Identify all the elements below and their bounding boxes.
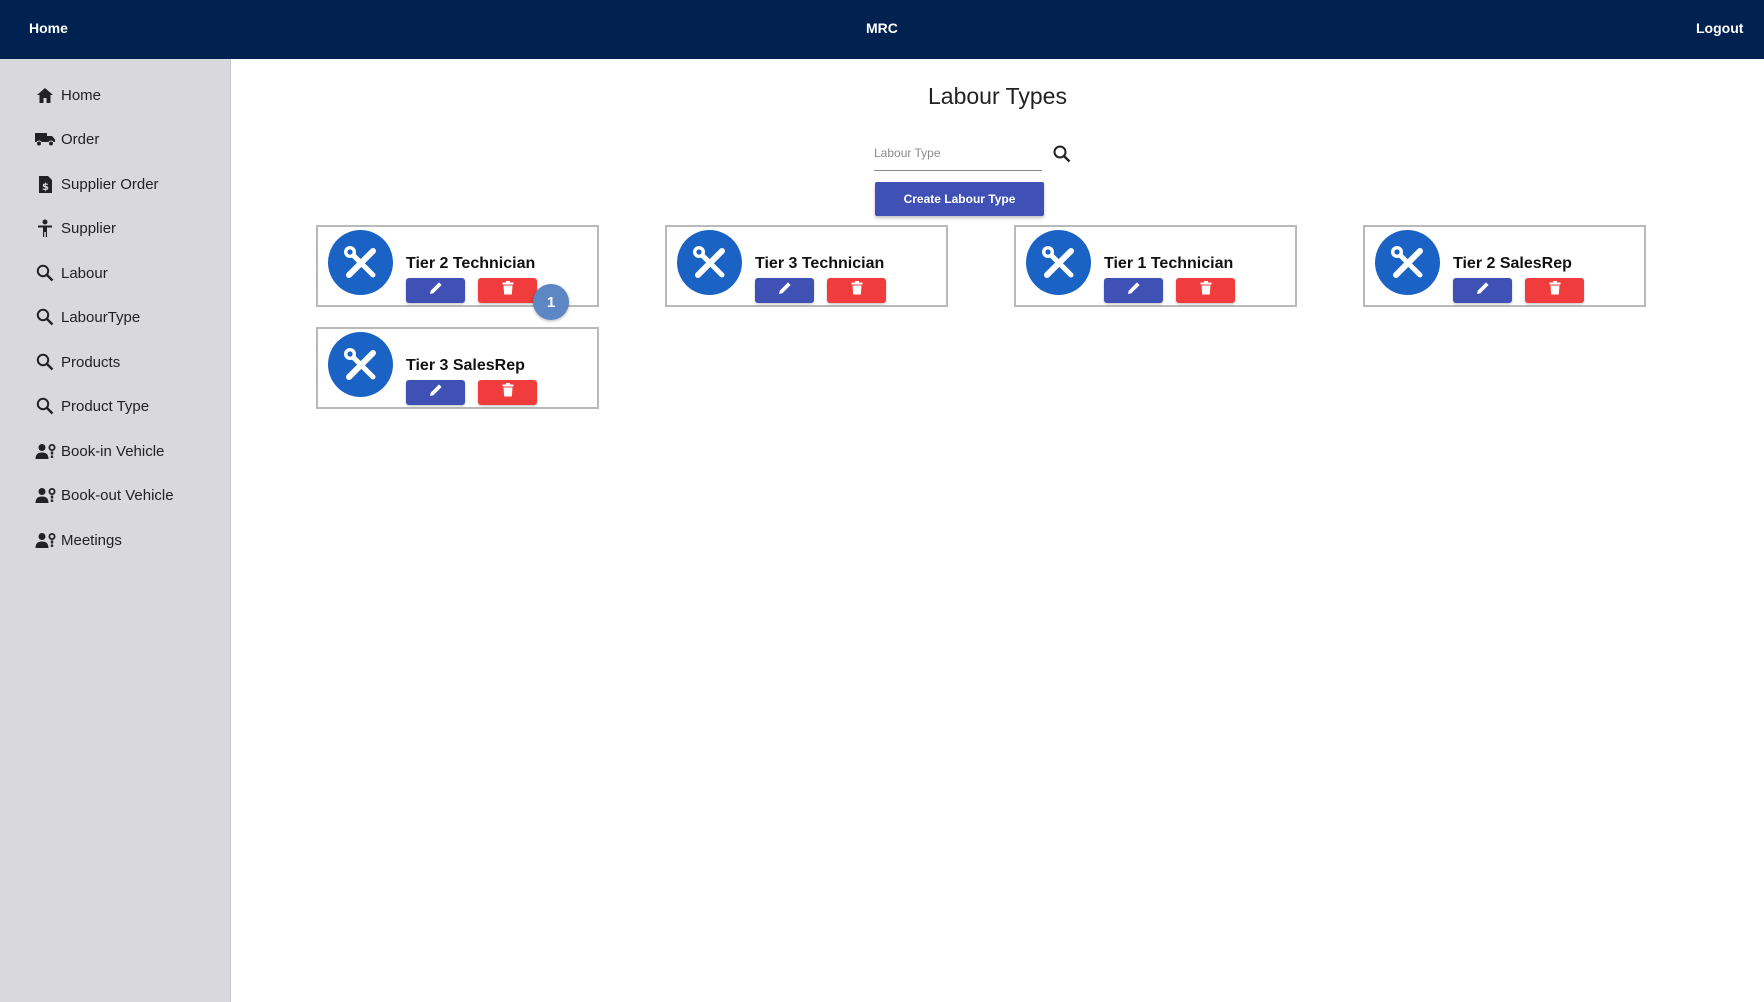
sidebar-item-label: Supplier: [61, 219, 117, 237]
tools-icon: [328, 230, 393, 295]
sidebar-item-order[interactable]: Order: [34, 124, 224, 154]
sidebar-item-label: Supplier Order: [61, 175, 159, 193]
labour-type-name: Tier 3 Technician: [755, 255, 885, 272]
delete-button[interactable]: [478, 278, 537, 303]
truck-icon: [34, 128, 56, 150]
trash-icon: [502, 281, 514, 300]
labour-type-card: Tier 3 Technician: [665, 225, 948, 307]
search-icon: [34, 395, 56, 417]
sidebar-item-home[interactable]: Home: [34, 80, 224, 110]
sidebar-item-meetings[interactable]: Meetings: [34, 525, 224, 555]
labour-type-name: Tier 2 Technician: [406, 255, 536, 272]
invoice-icon: $: [34, 173, 56, 195]
labour-type-name: Tier 2 SalesRep: [1453, 255, 1572, 272]
sidebar-item-label: Products: [61, 353, 121, 371]
search-icon[interactable]: [1052, 144, 1072, 164]
tools-icon: [328, 332, 393, 397]
pencil-icon: [777, 280, 793, 301]
edit-button[interactable]: [755, 278, 814, 303]
labour-type-name: Tier 3 SalesRep: [406, 357, 525, 374]
labour-type-name: Tier 1 Technician: [1104, 255, 1234, 272]
edit-button[interactable]: [1104, 278, 1163, 303]
search-bar: [874, 136, 1084, 172]
sidebar-item-label: Meetings: [61, 531, 122, 549]
pencil-icon: [428, 382, 444, 403]
pencil-icon: [1475, 280, 1491, 301]
create-labour-type-button[interactable]: Create Labour Type: [875, 182, 1044, 216]
sidebar-item-label: Book-in Vehicle: [61, 442, 165, 460]
trash-icon: [851, 281, 863, 300]
labour-type-search-input[interactable]: [874, 136, 1042, 171]
sidebar-item-label: Order: [61, 130, 100, 148]
search-icon: [34, 306, 56, 328]
tools-icon: [677, 230, 742, 295]
sidebar-item-label: Product Type: [61, 397, 150, 415]
sidebar-item-label: LabourType: [61, 308, 141, 326]
user-gear-icon: [34, 529, 56, 551]
trash-icon: [1549, 281, 1561, 300]
labour-type-card: Tier 3 SalesRep: [316, 327, 599, 409]
logout-link[interactable]: Logout: [1696, 20, 1743, 36]
trash-icon: [502, 383, 514, 402]
sidebar-item-products[interactable]: Products: [34, 347, 224, 377]
main-content: Labour Types Create Labour Type Tier 2 T…: [231, 59, 1764, 1002]
sidebar-item-book-in-vehicle[interactable]: Book-in Vehicle: [34, 436, 224, 466]
tools-icon: [1375, 230, 1440, 295]
nav-home-link[interactable]: Home: [29, 20, 68, 36]
edit-button[interactable]: [1453, 278, 1512, 303]
user-gear-icon: [34, 440, 56, 462]
svg-text:$: $: [42, 182, 49, 193]
search-icon: [34, 262, 56, 284]
sidebar: Home Order $ Supplier Order Supplier Lab…: [0, 59, 231, 1002]
search-icon: [34, 351, 56, 373]
sidebar-item-labour[interactable]: Labour: [34, 258, 224, 288]
page-title: Labour Types: [928, 83, 1067, 109]
trash-icon: [1200, 281, 1212, 300]
pencil-icon: [1126, 280, 1142, 301]
top-navbar: Home MRC Logout: [0, 0, 1764, 59]
labour-type-card: Tier 1 Technician: [1014, 225, 1297, 307]
labour-type-card: Tier 2 SalesRep: [1363, 225, 1646, 307]
pencil-icon: [428, 280, 444, 301]
delete-button[interactable]: [478, 380, 537, 405]
sidebar-item-label: Home: [61, 86, 102, 104]
tools-icon: [1026, 230, 1091, 295]
sidebar-item-supplier[interactable]: Supplier: [34, 213, 224, 243]
sidebar-item-label: Labour: [61, 264, 108, 282]
home-icon: [34, 84, 56, 106]
delete-button[interactable]: [1525, 278, 1584, 303]
app-title: MRC: [866, 20, 898, 36]
sidebar-item-supplier-order[interactable]: $ Supplier Order: [34, 169, 224, 199]
user-gear-icon: [34, 484, 56, 506]
step-badge: 1: [533, 284, 569, 320]
sidebar-item-product-type[interactable]: Product Type: [34, 391, 224, 421]
sidebar-item-label: Book-out Vehicle: [61, 486, 174, 504]
delete-button[interactable]: [827, 278, 886, 303]
edit-button[interactable]: [406, 278, 465, 303]
delete-button[interactable]: [1176, 278, 1235, 303]
sidebar-item-labourtype[interactable]: LabourType: [34, 302, 224, 332]
sidebar-item-book-out-vehicle[interactable]: Book-out Vehicle: [34, 480, 224, 510]
person-icon: [34, 217, 56, 239]
edit-button[interactable]: [406, 380, 465, 405]
